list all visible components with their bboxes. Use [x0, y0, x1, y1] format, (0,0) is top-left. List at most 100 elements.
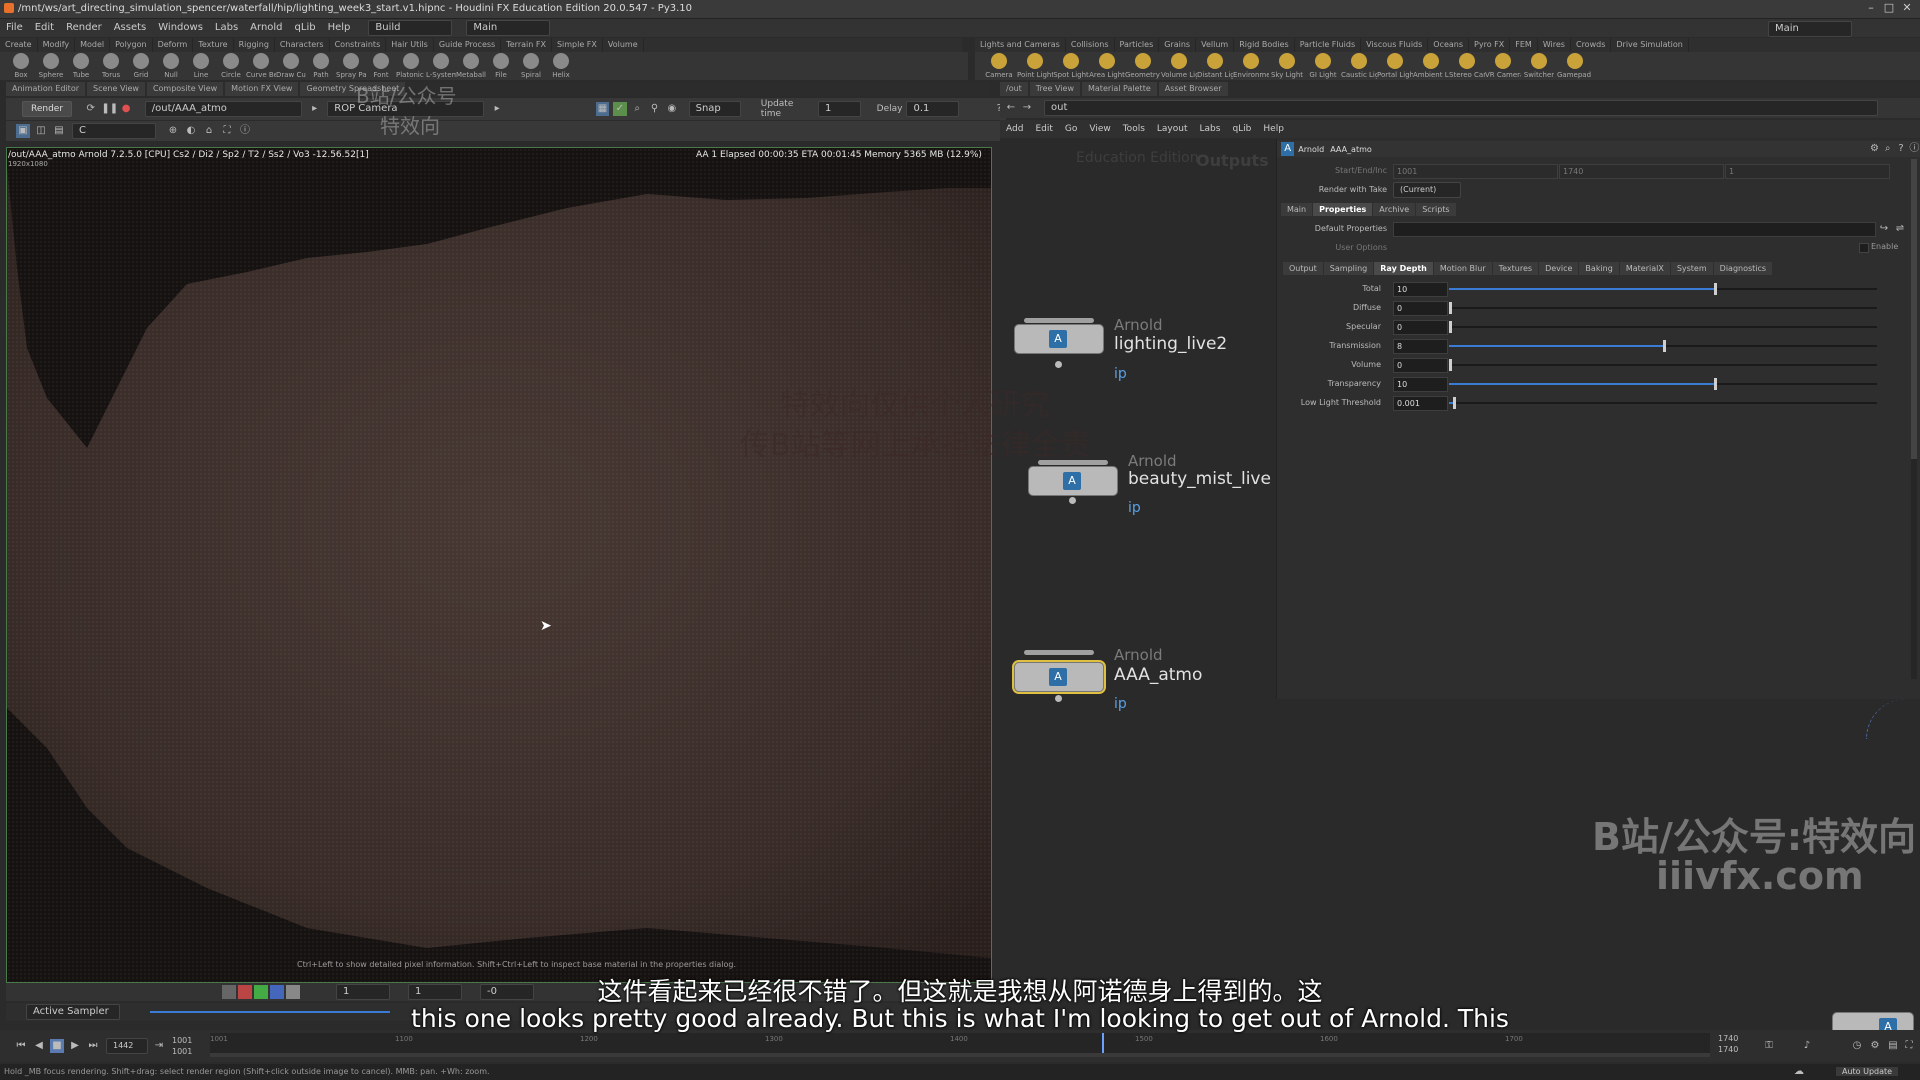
end-frame-b[interactable]: 1740 — [1718, 1044, 1738, 1055]
node-beauty-mist-live[interactable]: A Arnold beauty_mist_live ip — [1028, 452, 1271, 516]
shelf-tab-simple-fx[interactable]: Simple FX — [552, 38, 603, 52]
shelf-tab-grains[interactable]: Grains — [1159, 38, 1197, 52]
network-menu-view[interactable]: View — [1083, 124, 1116, 134]
shelf-tool-curve-bezier[interactable]: Curve Bezier — [246, 53, 276, 79]
shelf-tool-point-light[interactable]: Point Light — [1017, 53, 1053, 79]
shelf-tab-viscous-fluids[interactable]: Viscous Fluids — [1361, 38, 1429, 52]
shelf-tool-environment-light[interactable]: Environment Light — [1233, 53, 1269, 79]
pane-tab-motion-fx-view[interactable]: Motion FX View — [225, 82, 299, 96]
end-field[interactable]: 1740 — [1559, 164, 1724, 179]
shelf-tool-grid[interactable]: Grid — [126, 53, 156, 79]
fullscreen-icon[interactable]: ⛶ — [1902, 1039, 1916, 1053]
param-subtab-motion-blur[interactable]: Motion Blur — [1433, 262, 1492, 275]
lut-icon[interactable]: ◐ — [184, 124, 198, 138]
render-button[interactable]: Render — [22, 101, 73, 117]
param-subtab-materialx[interactable]: MaterialX — [1619, 262, 1670, 275]
param-slider-track-specular[interactable] — [1449, 326, 1877, 328]
update-time-field[interactable]: 1 — [818, 101, 861, 117]
shelf-tab-particle-fluids[interactable]: Particle Fluids — [1295, 38, 1362, 52]
scroll-thumb[interactable] — [1911, 159, 1917, 459]
shelf-tool-spot-light[interactable]: Spot Light — [1053, 53, 1089, 79]
play-icon[interactable]: ▶ — [68, 1039, 82, 1053]
shelf-tab-constraints[interactable]: Constraints — [330, 38, 387, 52]
param-field-specular[interactable]: 0 — [1393, 320, 1448, 335]
param-field-volume[interactable]: 0 — [1393, 358, 1448, 373]
pane-tab-asset-browser[interactable]: Asset Browser — [1158, 82, 1228, 96]
network-menu-help[interactable]: Help — [1257, 124, 1290, 134]
shelf-tool-platonic-solids[interactable]: Platonic Solids — [396, 53, 426, 79]
shelf-tab-characters[interactable]: Characters — [275, 38, 330, 52]
param-subtab-diagnostics[interactable]: Diagnostics — [1713, 262, 1773, 275]
param-slider-handle-total[interactable] — [1714, 283, 1717, 295]
shelf-tool-tube[interactable]: Tube — [66, 53, 96, 79]
shelf-tool-spray-paint[interactable]: Spray Paint — [336, 53, 366, 79]
shelf-tab-vellum[interactable]: Vellum — [1196, 38, 1235, 52]
menu-windows[interactable]: Windows — [152, 19, 209, 37]
network-menu-edit[interactable]: Edit — [1029, 124, 1058, 134]
param-subtab-sampling[interactable]: Sampling — [1323, 262, 1374, 275]
snap-dropdown[interactable]: Snap — [688, 101, 741, 117]
shelf-tab-volume[interactable]: Volume — [603, 38, 644, 52]
info-icon[interactable]: ⓘ — [1908, 142, 1920, 156]
forward-icon[interactable]: → — [1020, 101, 1034, 115]
shelf-tab-texture[interactable]: Texture — [193, 38, 234, 52]
shelf-tool-path[interactable]: Path — [306, 53, 336, 79]
shelf-tool-metaball[interactable]: Metaball — [456, 53, 486, 79]
start-frame-a[interactable]: 1001 — [172, 1035, 192, 1046]
shelf-tool-torus[interactable]: Torus — [96, 53, 126, 79]
param-field-diffuse[interactable]: 0 — [1393, 301, 1448, 316]
pane-tab-composite-view[interactable]: Composite View — [146, 82, 224, 96]
start-field[interactable]: 1001 — [1393, 164, 1558, 179]
shelf-tool-camera[interactable]: Camera — [981, 53, 1017, 79]
preview-icon[interactable]: ✓ — [613, 102, 627, 116]
render-image[interactable]: Ctrl+Left to show detailed pixel informa… — [6, 147, 992, 983]
shelf-tool-caustic-light[interactable]: Caustic Light — [1341, 53, 1377, 79]
shelf-tab-rigging[interactable]: Rigging — [234, 38, 275, 52]
shelf-tool-switcher[interactable]: Switcher — [1521, 53, 1557, 79]
pane-tab-material-palette[interactable]: Material Palette — [1082, 82, 1157, 96]
shelf-tool-volume-light[interactable]: Volume Light — [1161, 53, 1197, 79]
shelf-tool-ambient-light[interactable]: Ambient Light — [1413, 53, 1449, 79]
shelf-tool-stereo-camera[interactable]: Stereo Camera — [1449, 53, 1485, 79]
sphere-icon[interactable]: ◉ — [665, 102, 678, 116]
frame-icon[interactable]: ⛶ — [220, 124, 234, 138]
param-slider-handle-low-light-threshold[interactable] — [1453, 397, 1456, 409]
shelf-tab-drive-simulation[interactable]: Drive Simulation — [1611, 38, 1689, 52]
param-subtab-system[interactable]: System — [1670, 262, 1713, 275]
close-button[interactable]: ✕ — [1898, 1, 1916, 14]
shelf-tool-l-system[interactable]: L-System — [426, 53, 456, 79]
param-tab-properties[interactable]: Properties — [1313, 203, 1373, 216]
shelf-tab-guide-process[interactable]: Guide Process — [434, 38, 502, 52]
param-tab-main[interactable]: Main — [1281, 203, 1313, 216]
pick-camera-icon[interactable]: ▸ — [490, 102, 503, 116]
audio-icon[interactable]: ♪ — [1800, 1039, 1814, 1053]
first-frame-icon[interactable]: ⏮ — [14, 1039, 28, 1053]
menu-edit[interactable]: Edit — [29, 19, 60, 37]
render-with-take-dropdown[interactable]: (Current) — [1393, 182, 1461, 198]
global-anim-icon[interactable]: ⚙ — [1868, 1039, 1882, 1053]
shelf-tab-lights-and-cameras[interactable]: Lights and Cameras — [975, 38, 1066, 52]
shelf-tool-draw-curve[interactable]: Draw Curve — [276, 53, 306, 79]
maximize-button[interactable]: □ — [1880, 1, 1898, 14]
shelf-tool-sky-light[interactable]: Sky Light — [1269, 53, 1305, 79]
shelf-tool-gi-light[interactable]: GI Light — [1305, 53, 1341, 79]
home-icon[interactable]: ⌂ — [202, 124, 216, 138]
main-desktop-dropdown[interactable]: Main — [466, 20, 551, 36]
param-subtab-textures[interactable]: Textures — [1492, 262, 1539, 275]
shelf-tab-particles[interactable]: Particles — [1115, 38, 1160, 52]
param-slider-track-volume[interactable] — [1449, 364, 1877, 366]
region-icon[interactable]: ▦ — [595, 102, 610, 116]
timeline-range-bar[interactable] — [210, 1053, 1710, 1057]
shelf-tool-box[interactable]: Box — [6, 53, 36, 79]
inc-field[interactable]: 1 — [1725, 164, 1890, 179]
shelf-tool-vr-camera[interactable]: VR Camera — [1485, 53, 1521, 79]
channel-dropdown[interactable]: C — [72, 123, 156, 139]
default-properties-field[interactable] — [1393, 222, 1876, 237]
param-field-transmission[interactable]: 8 — [1393, 339, 1448, 354]
param-tab-scripts[interactable]: Scripts — [1416, 203, 1456, 216]
network-menu-tools[interactable]: Tools — [1117, 124, 1151, 134]
param-slider-track-diffuse[interactable] — [1449, 307, 1877, 309]
menu-render[interactable]: Render — [60, 19, 108, 37]
delay-field[interactable]: 0.1 — [906, 101, 959, 117]
rop-path-dropdown[interactable]: /out/AAA_atmo — [144, 101, 302, 117]
